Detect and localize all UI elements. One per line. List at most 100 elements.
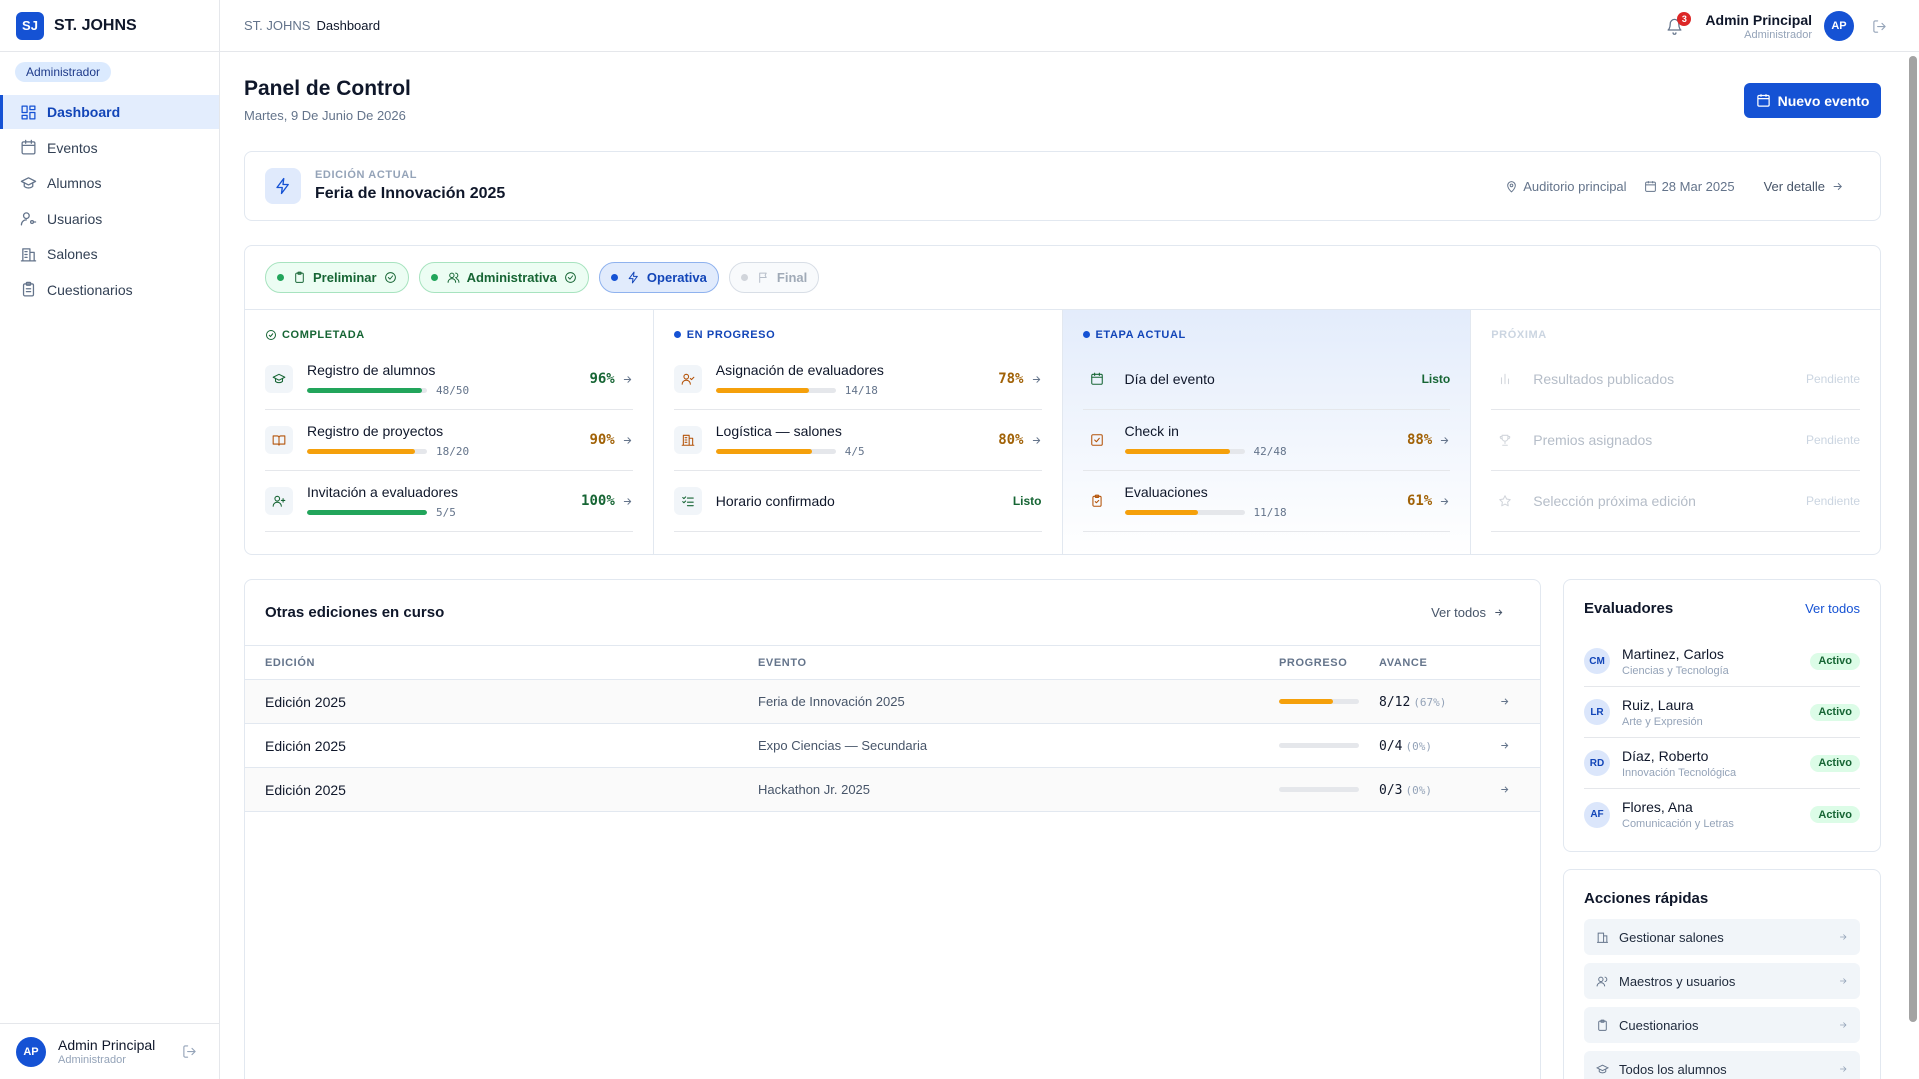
edition-date: 28 Mar 2025 xyxy=(1644,179,1735,194)
quick-action-users[interactable]: Maestros y usuarios xyxy=(1584,963,1860,999)
task-status: Pendiente xyxy=(1805,372,1860,386)
table-row[interactable]: Edición 2025 Hackathon Jr. 2025 0/3 (0%) xyxy=(245,768,1540,812)
quick-action-students[interactable]: Todos los alumnos xyxy=(1584,1051,1860,1079)
evaluator-item[interactable]: CM Martinez, Carlos Ciencias y Tecnología… xyxy=(1584,636,1860,687)
avatar: CM xyxy=(1584,648,1610,674)
cell-edition: Edición 2025 xyxy=(265,781,346,798)
task-item[interactable]: Invitación a evaluadores 5/5 100% xyxy=(265,471,633,532)
edition-location-text: Auditorio principal xyxy=(1523,178,1627,194)
stage-chip-preliminar[interactable]: Preliminar xyxy=(265,262,409,293)
task-progress-bar xyxy=(307,509,427,515)
bar-chart-icon xyxy=(1501,373,1510,385)
graduation-cap-icon xyxy=(20,176,37,189)
topbar-user-role: Administrador xyxy=(1744,28,1812,41)
task-item[interactable]: Registro de alumnos 48/50 96% xyxy=(265,349,633,410)
building-icon xyxy=(681,434,695,446)
bolt-icon xyxy=(628,271,638,284)
edition-name: Feria de Innovación 2025 xyxy=(315,185,506,202)
arrow-right-icon xyxy=(1032,375,1040,383)
task-count: 42/48 xyxy=(1253,444,1287,458)
logout-button[interactable] xyxy=(1872,19,1887,34)
table-row[interactable]: Edición 2025 Expo Ciencias — Secundaria … xyxy=(245,724,1540,768)
column-header: ETAPA ACTUAL xyxy=(1095,328,1186,341)
status-badge: Activo xyxy=(1810,703,1860,721)
task-percent: 96% xyxy=(589,371,615,387)
status-badge: Activo xyxy=(1810,806,1860,823)
stage-chip-final[interactable]: Final xyxy=(728,262,820,293)
building-icon xyxy=(1597,932,1608,943)
sidebar-item-dashboard[interactable]: Dashboard xyxy=(0,95,219,129)
sidebar-item-cuestionarios[interactable]: Cuestionarios xyxy=(0,273,219,307)
view-all-evaluators-link[interactable]: Ver todos xyxy=(1805,601,1860,616)
breadcrumb-current: Dashboard xyxy=(316,18,381,33)
notifications-button[interactable]: 3 xyxy=(1666,11,1692,35)
star-icon xyxy=(1499,495,1512,507)
task-item[interactable]: Evaluaciones 11/18 61% xyxy=(1082,471,1451,532)
task-name: Asignación de evaluadores xyxy=(715,361,884,378)
flag-icon xyxy=(759,272,767,283)
task-item: Resultados publicados Pendiente xyxy=(1491,349,1860,410)
quick-action-questionnaires[interactable]: Cuestionarios xyxy=(1584,1007,1860,1043)
task-item[interactable]: Horario confirmado Listo xyxy=(673,471,1042,532)
row-progress-bar xyxy=(1279,699,1359,704)
users-icon xyxy=(1596,976,1608,986)
column-header-edition[interactable]: EDICIÓN xyxy=(245,657,758,669)
column-header: EN PROGRESO xyxy=(686,328,776,341)
breadcrumb-root[interactable]: ST. JOHNS xyxy=(244,18,310,33)
quick-action-salones[interactable]: Gestionar salones xyxy=(1584,919,1860,955)
task-name: Resultados publicados xyxy=(1533,371,1675,387)
list-check-icon xyxy=(681,496,694,507)
stage-chip-label: Administrativa xyxy=(466,270,557,285)
cell-edition: Edición 2025 xyxy=(265,737,346,754)
task-item: Selección próxima edición Pendiente xyxy=(1491,471,1860,532)
task-item[interactable]: Registro de proyectos 18/20 90% xyxy=(265,410,633,471)
evaluator-name: Díaz, Roberto xyxy=(1622,747,1709,764)
cell-event: Expo Ciencias — Secundaria xyxy=(758,738,928,753)
row-progress-bar xyxy=(1279,787,1359,792)
new-event-button[interactable]: Nuevo evento xyxy=(1744,83,1881,118)
task-percent: 100% xyxy=(581,493,615,509)
table-row[interactable]: Edición 2025 Feria de Innovación 2025 8/… xyxy=(245,680,1540,724)
avatar[interactable]: AP xyxy=(1824,11,1854,41)
user-key-icon xyxy=(20,212,37,226)
column-header-advance[interactable]: AVANCE xyxy=(1379,657,1499,669)
column-header-progress[interactable]: PROGRESO xyxy=(1279,657,1379,669)
sidebar-item-usuarios[interactable]: Usuarios xyxy=(0,202,219,236)
task-item[interactable]: Check in 42/48 88% xyxy=(1082,410,1451,471)
new-event-label: Nuevo evento xyxy=(1777,92,1870,109)
evaluator-item[interactable]: LR Ruiz, Laura Arte y Expresión Activo xyxy=(1584,687,1860,738)
logout-button[interactable] xyxy=(182,1044,197,1059)
role-badge: Administrador xyxy=(15,62,112,82)
sidebar-item-alumnos[interactable]: Alumnos xyxy=(0,166,219,200)
task-name: Registro de proyectos xyxy=(307,422,444,439)
stage-chip-operativa[interactable]: Operativa xyxy=(598,262,719,293)
sidebar-item-salones[interactable]: Salones xyxy=(0,237,219,271)
quick-action-label: Cuestionarios xyxy=(1619,1017,1699,1033)
evaluator-item[interactable]: AF Flores, Ana Comunicación y Letras Acti… xyxy=(1584,789,1860,840)
view-all-editions-link[interactable]: Ver todos xyxy=(1431,605,1504,620)
evaluator-item[interactable]: RD Díaz, Roberto Innovación Tecnológica A… xyxy=(1584,738,1860,789)
task-name: Evaluaciones xyxy=(1124,483,1208,500)
task-count: 5/5 xyxy=(436,505,456,519)
scrollbar[interactable] xyxy=(1909,56,1917,1022)
stage-chip-administrativa[interactable]: Administrativa xyxy=(418,262,589,293)
clipboard-icon xyxy=(22,281,35,297)
task-percent: 90% xyxy=(589,432,615,448)
bolt-icon xyxy=(265,168,301,204)
cell-event: Hackathon Jr. 2025 xyxy=(758,782,871,797)
column-header-event[interactable]: EVENTO xyxy=(758,657,1279,669)
task-count: 18/20 xyxy=(436,444,470,458)
view-detail-label: Ver detalle xyxy=(1763,178,1825,194)
evaluator-name: Martinez, Carlos xyxy=(1622,645,1724,662)
view-detail-link[interactable]: Ver detalle xyxy=(1764,179,1844,194)
brand[interactable]: SJ ST. JOHNS xyxy=(0,0,219,52)
task-percent: 61% xyxy=(1406,493,1433,509)
task-item[interactable]: Día del evento Listo xyxy=(1082,349,1451,410)
task-item[interactable]: Logística — salones 4/5 80% xyxy=(673,410,1042,471)
check-circle-icon xyxy=(565,272,576,283)
sidebar-item-eventos[interactable]: Eventos xyxy=(0,131,219,165)
task-item[interactable]: Asignación de evaluadores 14/18 78% xyxy=(673,349,1042,410)
avatar[interactable]: AP xyxy=(16,1036,46,1067)
cell-edition: Edición 2025 xyxy=(265,693,346,710)
cell-count: 0/3 xyxy=(1379,782,1403,798)
